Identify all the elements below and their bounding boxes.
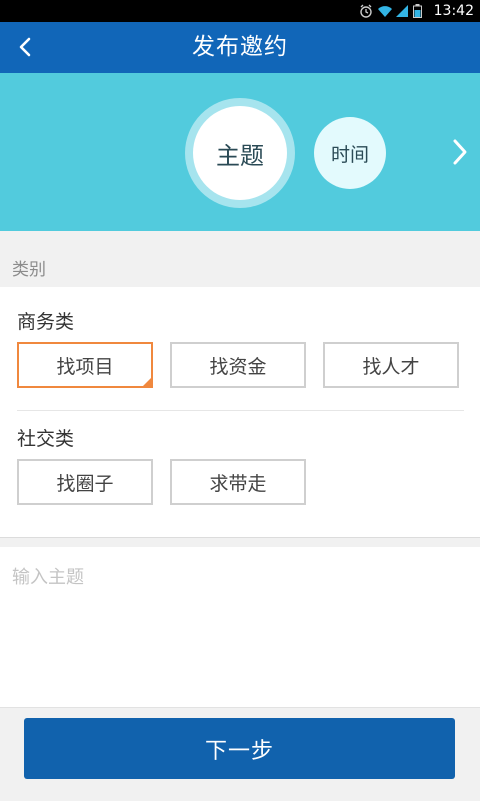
- group-divider: [17, 410, 464, 411]
- category-label: 类别: [12, 260, 46, 280]
- next-button[interactable]: 下一步: [24, 718, 455, 779]
- chevron-left-icon: [19, 37, 31, 57]
- footer: 下一步: [0, 707, 480, 801]
- status-bar: 13:42: [0, 0, 480, 22]
- alarm-icon: [359, 4, 373, 18]
- category-card: 商务类 找项目 找资金 找人才 社交类 找圈子 求带走: [0, 287, 480, 537]
- section-divider: [0, 537, 480, 538]
- status-time: 13:42: [433, 3, 474, 19]
- group-title-social: 社交类: [17, 428, 75, 450]
- option-find-talent[interactable]: 找人才: [323, 342, 459, 388]
- topic-input[interactable]: [0, 547, 480, 707]
- status-icons: 13:42: [359, 2, 474, 20]
- option-find-project[interactable]: 找项目: [17, 342, 153, 388]
- chevron-right-icon: [453, 139, 467, 165]
- step-indicator: 主题 时间: [0, 73, 480, 231]
- step-topic: 主题: [193, 106, 287, 200]
- next-step-arrow[interactable]: [448, 135, 472, 169]
- signal-icon: [395, 4, 409, 18]
- option-take-me[interactable]: 求带走: [170, 459, 306, 505]
- back-button[interactable]: [8, 30, 42, 64]
- option-find-funds[interactable]: 找资金: [170, 342, 306, 388]
- step-time[interactable]: 时间: [314, 117, 386, 189]
- page-title: 发布邀约: [192, 34, 288, 60]
- top-app-bar: 发布邀约: [0, 22, 480, 73]
- option-find-circle[interactable]: 找圈子: [17, 459, 153, 505]
- wifi-icon: [377, 4, 392, 18]
- topic-section: [0, 547, 480, 707]
- battery-icon: [412, 4, 427, 18]
- group-title-business: 商务类: [17, 311, 75, 333]
